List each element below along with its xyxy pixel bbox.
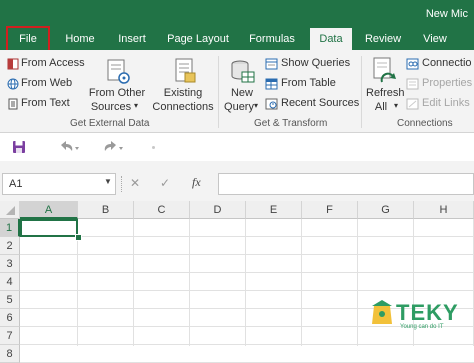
text-file-icon [7,97,19,110]
column-header-a[interactable]: A [20,201,78,219]
show-queries-icon [265,57,278,70]
column-header-c[interactable]: C [134,201,190,219]
tab-home[interactable]: Home [58,28,102,50]
tab-data[interactable]: Data [310,28,352,50]
row-header-7[interactable]: 7 [0,327,20,345]
from-text-button[interactable]: From Text [21,97,70,109]
redo-icon[interactable] [100,139,124,155]
file-tab-highlight [6,26,50,52]
group-divider [218,56,219,128]
selected-cell-a1[interactable] [20,219,78,237]
formula-input[interactable] [218,173,474,195]
teky-logo-icon [370,300,394,328]
column-header-g[interactable]: G [358,201,414,219]
access-icon [7,57,19,70]
watermark-brand: TEKY [396,300,459,325]
recent-sources-button[interactable]: Recent Sources [281,97,359,109]
undo-icon[interactable] [56,139,80,155]
column-header-e[interactable]: E [246,201,302,219]
row-header-8[interactable]: 8 [0,345,20,363]
select-all-corner[interactable] [0,201,20,219]
from-access-button[interactable]: From Access [21,57,85,69]
customize-toolbar-dot[interactable] [152,146,155,149]
row-header-5[interactable]: 5 [0,291,20,309]
new-query-label-2[interactable]: Query [224,101,254,113]
refresh-all-label-2[interactable]: All [366,101,396,113]
from-other-sources-label-2[interactable]: Sources [88,101,134,113]
column-header-h[interactable]: H [414,201,474,219]
cancel-icon[interactable]: ✕ [130,176,140,190]
tab-review[interactable]: Review [360,28,406,50]
row-header-4[interactable]: 4 [0,273,20,291]
grid-line [20,272,474,273]
from-other-sources-label-1[interactable]: From Other [88,87,146,99]
tab-insert[interactable]: Insert [110,28,154,50]
grid-line [20,254,474,255]
grid-line [20,236,474,237]
connections-icon [406,57,419,70]
chevron-down-icon: ▾ [134,101,139,110]
row-header-3[interactable]: 3 [0,255,20,273]
row-header-2[interactable]: 2 [0,237,20,255]
existing-connections-icon [170,56,200,86]
group-label-get-transform: Get & Transform [254,118,328,129]
tab-view[interactable]: View [414,28,456,50]
show-queries-button[interactable]: Show Queries [281,57,350,69]
formula-bar: A1 ▼ ✕ ✓ fx [0,161,474,201]
connections-button[interactable]: Connectio [422,57,472,69]
tab-bar: New Mic File Home Insert Page Layout For… [0,0,474,52]
column-header-f[interactable]: F [302,201,358,219]
from-table-button[interactable]: From Table [281,77,336,89]
edit-links-icon [406,97,419,110]
chevron-down-icon: ▾ [254,101,259,110]
name-box[interactable]: A1 [2,173,116,195]
fill-handle[interactable] [75,234,82,241]
edit-links-button[interactable]: Edit Links [422,97,470,109]
new-query-label-1[interactable]: New [224,87,260,99]
tab-formulas[interactable]: Formulas [242,28,302,50]
chevron-down-icon: ▾ [394,101,399,110]
row-header-1[interactable]: 1 [0,219,20,237]
group-label-get-external-data: Get External Data [70,118,150,129]
watermark-tagline: Young can do IT [400,324,444,330]
properties-button[interactable]: Properties [422,77,472,89]
refresh-icon [370,56,398,86]
row-header-6[interactable]: 6 [0,309,20,327]
enter-icon[interactable]: ✓ [160,176,170,190]
table-icon [265,77,278,90]
grid-line [20,344,474,345]
properties-icon [406,77,419,90]
globe-icon [7,77,19,90]
grid-line [20,290,474,291]
drag-handle[interactable] [121,176,124,192]
new-query-icon [228,56,256,86]
from-web-button[interactable]: From Web [21,77,72,89]
recent-sources-icon [265,97,278,110]
refresh-all-label-1[interactable]: Refresh [366,87,405,99]
save-icon[interactable] [12,140,26,154]
chevron-down-icon[interactable]: ▼ [104,177,112,186]
quick-access-toolbar [0,133,474,161]
other-sources-icon [102,56,132,86]
existing-connections-label-1[interactable]: Existing [152,87,214,99]
window-title: New Mic [425,8,468,20]
column-header-d[interactable]: D [190,201,246,219]
insert-function-icon[interactable]: fx [192,175,201,190]
group-divider [361,56,362,128]
tab-page-layout[interactable]: Page Layout [164,28,232,50]
existing-connections-label-2[interactable]: Connections [152,101,214,113]
group-label-connections: Connections [397,118,453,129]
column-header-b[interactable]: B [78,201,134,219]
